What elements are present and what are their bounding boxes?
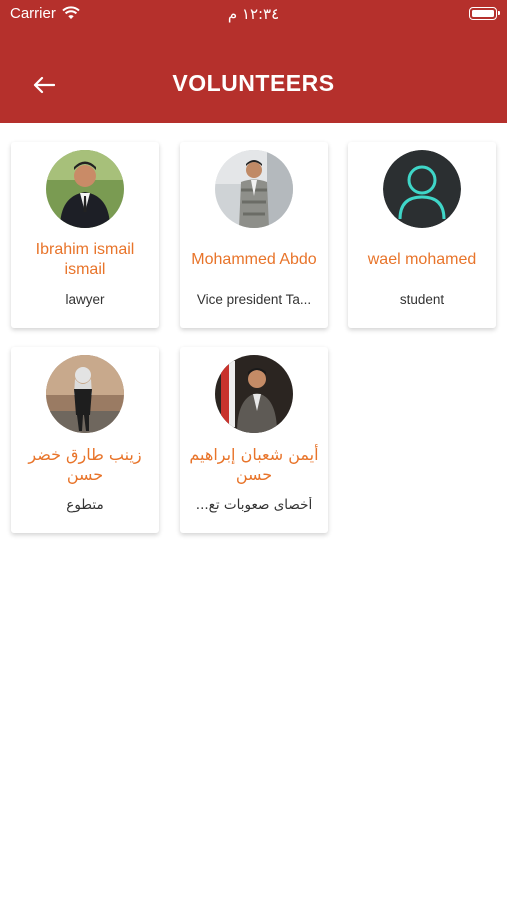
- volunteer-card[interactable]: wael mohamed student: [348, 142, 496, 328]
- status-bar: Carrier ١٢:٣٤ م: [0, 0, 507, 28]
- battery-icon: [469, 7, 500, 20]
- avatar: [46, 355, 124, 433]
- volunteer-name: Ibrahim ismail ismail: [35, 241, 135, 278]
- volunteer-card[interactable]: أيمن شعبان إبراهيم حسن أخصاى صعوبات تع..…: [180, 347, 328, 533]
- volunteer-card[interactable]: Ibrahim ismail ismail lawyer: [11, 142, 159, 328]
- page-title: VOLUNTEERS: [172, 70, 335, 96]
- avatar: [215, 355, 293, 433]
- avatar: [46, 150, 124, 228]
- volunteer-job: Vice president Ta...: [196, 292, 312, 307]
- volunteer-card[interactable]: Mohammed Abdo Vice president Ta...: [180, 142, 328, 328]
- volunteer-name: زينب طارق خضر حسن: [28, 445, 142, 484]
- volunteer-card[interactable]: زينب طارق خضر حسن متطوع: [11, 347, 159, 533]
- status-time: ١٢:٣٤ م: [227, 5, 280, 23]
- volunteer-job: متطوع: [66, 497, 104, 513]
- volunteer-job: أخصاى صعوبات تع...: [195, 497, 313, 513]
- app-header: Carrier ١٢:٣٤ م VOLUNTEERS: [0, 0, 507, 123]
- avatar: [215, 150, 293, 228]
- volunteer-name: Mohammed Abdo: [191, 251, 317, 268]
- default-user-icon: [383, 150, 461, 228]
- volunteer-job: lawyer: [65, 292, 105, 307]
- volunteer-name: wael mohamed: [367, 251, 477, 268]
- volunteer-job: student: [399, 292, 445, 307]
- volunteer-name: أيمن شعبان إبراهيم حسن: [189, 445, 319, 484]
